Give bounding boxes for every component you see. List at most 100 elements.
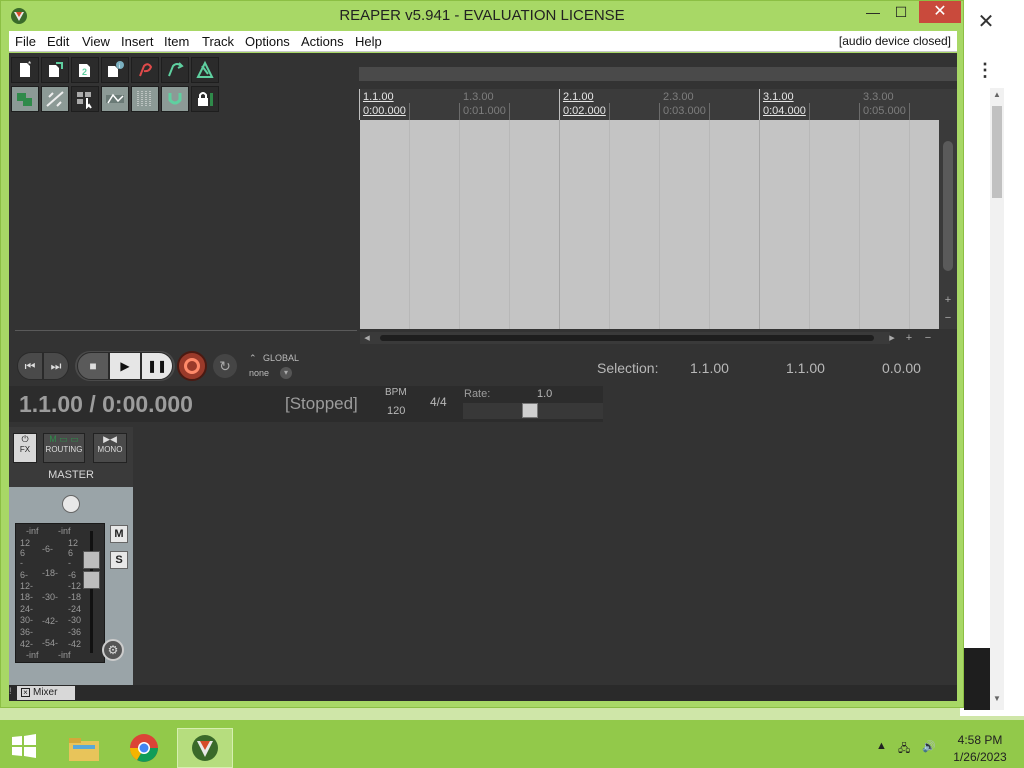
ruler-bar-label: 1.1.00: [363, 91, 394, 103]
stop-button[interactable]: ■: [77, 352, 109, 380]
zoom-out-vertical-icon[interactable]: −: [941, 311, 955, 325]
selection-label: Selection:: [597, 360, 659, 376]
arrange-view[interactable]: [360, 120, 939, 329]
close-button[interactable]: ✕: [919, 1, 961, 23]
grouping-button[interactable]: [71, 86, 99, 112]
rate-slider-handle[interactable]: [522, 403, 538, 418]
ripple-edit-button[interactable]: [41, 86, 69, 112]
auto-crossfade-button[interactable]: [11, 86, 39, 112]
svg-text:i: i: [119, 64, 120, 70]
master-settings-gear-icon[interactable]: ⚙: [102, 639, 124, 661]
master-mute-button[interactable]: M: [110, 525, 128, 543]
arrange-horizontal-thumb[interactable]: [380, 335, 874, 341]
audio-device-status[interactable]: [audio device closed]: [839, 34, 951, 48]
metronome-button[interactable]: [191, 57, 219, 83]
master-fader-handle[interactable]: [83, 551, 100, 569]
browser-scroll-down-icon[interactable]: ▼: [990, 694, 1004, 708]
scale-right: -12: [68, 581, 82, 591]
scroll-right-icon[interactable]: ▸: [885, 331, 899, 345]
menu-edit[interactable]: Edit: [47, 34, 69, 49]
scroll-left-icon[interactable]: ◂: [360, 331, 374, 345]
open-project-icon: [49, 62, 63, 77]
master-pan-knob[interactable]: [62, 495, 80, 513]
menu-options[interactable]: Options: [245, 34, 290, 49]
browser-scroll-thumb[interactable]: [992, 106, 1002, 198]
menu-actions[interactable]: Actions: [301, 34, 344, 49]
windows-start-icon[interactable]: [10, 732, 38, 760]
menu-help[interactable]: Help: [355, 34, 382, 49]
undo-button[interactable]: [131, 57, 159, 83]
menu-insert[interactable]: Insert: [121, 34, 154, 49]
rate-value[interactable]: 1.0: [537, 388, 552, 400]
maximize-button[interactable]: ☐: [883, 1, 919, 23]
menu-bar: File Edit View Insert Item Track Options…: [9, 31, 957, 52]
menu-track[interactable]: Track: [202, 34, 234, 49]
scale-left: 12: [20, 538, 31, 548]
mixer-tab[interactable]: × Mixer: [17, 686, 75, 700]
global-automation-label[interactable]: GLOBAL: [263, 353, 299, 363]
redo-button[interactable]: [161, 57, 189, 83]
save-project-icon: 2: [79, 64, 90, 77]
zoom-in-horizontal-icon[interactable]: +: [902, 331, 916, 345]
chrome-icon: [130, 734, 158, 762]
browser-close-icon[interactable]: ✕: [970, 10, 1002, 34]
repeat-button[interactable]: ↻: [213, 354, 237, 378]
grid-snap-button[interactable]: [131, 86, 159, 112]
show-hidden-icons[interactable]: ▲: [876, 740, 887, 752]
automation-dropdown-icon[interactable]: ▾: [280, 367, 292, 379]
taskbar-chrome[interactable]: [116, 728, 172, 768]
selection-length[interactable]: 0.0.00: [882, 360, 921, 376]
open-project-button[interactable]: [41, 57, 69, 83]
taskbar-reaper[interactable]: [177, 728, 233, 768]
pause-button[interactable]: ❚❚: [141, 352, 173, 380]
lock-button[interactable]: [191, 86, 219, 112]
close-mixer-icon[interactable]: ×: [21, 688, 30, 697]
master-fader-track[interactable]: [90, 531, 93, 653]
title-bar[interactable]: REAPER v5.941 - EVALUATION LICENSE — ☐ ✕: [1, 1, 963, 31]
master-fx-button[interactable]: ⏻ FX: [13, 433, 37, 463]
timeline-ruler[interactable]: 1.1.00 0:00.000 1.3.00 0:01.000 2.1.00 0…: [359, 89, 957, 120]
selection-end[interactable]: 1.1.00: [786, 360, 825, 376]
zoom-out-horizontal-icon[interactable]: −: [921, 331, 935, 345]
browser-scroll-up-icon[interactable]: ▲: [990, 90, 1004, 102]
floor-left: -inf: [26, 650, 39, 660]
time-signature[interactable]: 4/4: [430, 395, 447, 409]
master-track-name: MASTER: [48, 469, 94, 481]
snap-toggle-button[interactable]: [161, 86, 189, 112]
master-mono-button[interactable]: ▶◀ MONO: [93, 433, 127, 463]
clock-time[interactable]: 4:58 PM: [940, 733, 1020, 747]
network-icon[interactable]: 🖧: [898, 740, 910, 759]
clock-date[interactable]: 1/26/2023: [940, 750, 1020, 764]
scale-right: -24: [68, 604, 82, 614]
peak-right[interactable]: -inf: [58, 526, 71, 536]
envelope-lock-button[interactable]: [101, 86, 129, 112]
record-button[interactable]: [177, 351, 207, 381]
save-project-button[interactable]: 2: [71, 57, 99, 83]
arrange-vertical-thumb[interactable]: [943, 141, 953, 271]
position-display[interactable]: 1.1.00 / 0:00.000: [19, 391, 193, 418]
docker-menu-icon[interactable]: !: [9, 686, 15, 696]
menu-view[interactable]: View: [82, 34, 110, 49]
master-solo-button[interactable]: S: [110, 551, 128, 569]
region-lane[interactable]: [359, 67, 957, 81]
taskbar-file-explorer[interactable]: [56, 728, 112, 768]
global-automation-mode[interactable]: none: [249, 368, 269, 378]
bpm-value[interactable]: 120: [387, 405, 405, 417]
play-button[interactable]: ▶: [109, 352, 141, 380]
go-to-end-button[interactable]: ⏭: [43, 352, 69, 380]
master-routing-button[interactable]: M ▭ ▭ ROUTING: [43, 433, 85, 463]
menu-item[interactable]: Item: [164, 34, 189, 49]
ruler-bar-label: 3.1.00: [763, 91, 794, 103]
master-fader-handle-lower[interactable]: [83, 571, 100, 589]
project-settings-button[interactable]: i: [101, 57, 129, 83]
floor-right: -inf: [58, 650, 71, 660]
go-to-start-button[interactable]: ⏮: [17, 352, 43, 380]
volume-icon[interactable]: 🔊: [922, 740, 936, 753]
browser-menu-icon[interactable]: ⋮: [975, 60, 995, 84]
transport-state: [Stopped]: [285, 394, 358, 413]
peak-left[interactable]: -inf: [26, 526, 39, 536]
zoom-in-vertical-icon[interactable]: +: [941, 293, 955, 307]
new-project-button[interactable]: *: [11, 57, 39, 83]
menu-file[interactable]: File: [15, 34, 36, 49]
selection-start[interactable]: 1.1.00: [690, 360, 729, 376]
